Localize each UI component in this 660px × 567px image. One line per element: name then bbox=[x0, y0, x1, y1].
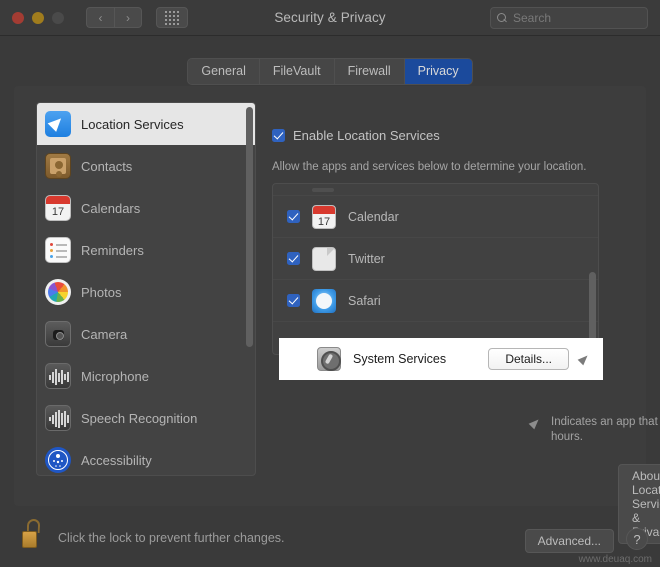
bottom-bar: Click the lock to prevent further change… bbox=[0, 505, 660, 567]
advanced-button[interactable]: Advanced... bbox=[524, 529, 614, 553]
tab-general[interactable]: General bbox=[188, 59, 260, 84]
sidebar-item-label: Microphone bbox=[81, 368, 149, 384]
list-item-partial[interactable] bbox=[273, 184, 598, 196]
lock-hint-text: Click the lock to prevent further change… bbox=[58, 531, 285, 545]
title-bar: ‹ › Security & Privacy Search bbox=[0, 0, 660, 36]
app-name: Twitter bbox=[348, 251, 385, 266]
privacy-pane: Location Services Contacts Calendars Rem… bbox=[14, 86, 660, 544]
list-item-twitter[interactable]: Twitter bbox=[273, 238, 598, 280]
sidebar-item-accessibility[interactable]: Accessibility bbox=[37, 439, 255, 475]
sidebar-item-label: Calendars bbox=[81, 200, 141, 216]
sidebar-item-label: Accessibility bbox=[81, 452, 152, 468]
location-arrow-icon bbox=[45, 111, 71, 137]
document-icon bbox=[312, 246, 336, 271]
reminders-list-icon bbox=[45, 237, 71, 263]
show-all-preferences-button[interactable] bbox=[156, 7, 188, 28]
tab-filevault[interactable]: FileVault bbox=[259, 59, 335, 84]
pane-hint-text: Allow the apps and services below to det… bbox=[272, 161, 587, 173]
safari-compass-icon bbox=[312, 288, 336, 313]
sidebar-item-microphone[interactable]: Microphone bbox=[37, 355, 255, 397]
photos-pinwheel-icon bbox=[45, 279, 71, 305]
sidebar-item-label: Contacts bbox=[81, 158, 133, 174]
camera-icon bbox=[45, 321, 71, 347]
back-button[interactable]: ‹ bbox=[86, 7, 114, 28]
list-item-safari[interactable]: Safari bbox=[273, 280, 598, 322]
system-preferences-window: ‹ › Security & Privacy Search General Fi… bbox=[0, 0, 660, 567]
forward-button[interactable]: › bbox=[114, 7, 142, 28]
app-permission-list[interactable]: Calendar Twitter Safari bbox=[272, 183, 599, 355]
location-arrow-indicator-icon bbox=[530, 417, 542, 429]
search-placeholder: Search bbox=[513, 11, 552, 25]
sidebar-scrollbar-thumb[interactable] bbox=[246, 107, 253, 347]
minimize-window-button[interactable] bbox=[32, 11, 44, 24]
app-name: Calendar bbox=[348, 209, 399, 224]
privacy-category-list[interactable]: Location Services Contacts Calendars Rem… bbox=[36, 102, 256, 476]
clipped-row-placeholder bbox=[312, 187, 334, 192]
list-item-calendar[interactable]: Calendar bbox=[273, 196, 598, 238]
sidebar-item-contacts[interactable]: Contacts bbox=[37, 145, 255, 187]
sidebar-item-label: Camera bbox=[81, 326, 128, 342]
calendar-icon bbox=[312, 204, 336, 229]
microphone-waveform-icon bbox=[45, 363, 71, 389]
sidebar-item-location-services[interactable]: Location Services bbox=[37, 103, 255, 145]
watermark: www.deuaq.com bbox=[578, 554, 652, 565]
system-services-details-button[interactable]: Details... bbox=[488, 348, 569, 370]
window-controls bbox=[12, 11, 64, 24]
app-name: Safari bbox=[348, 293, 381, 308]
system-services-label: System Services bbox=[353, 352, 447, 366]
tab-bar: General FileVault Firewall Privacy bbox=[0, 58, 660, 85]
contacts-book-icon bbox=[45, 153, 71, 179]
tab-privacy[interactable]: Privacy bbox=[404, 59, 472, 84]
speech-waveform-icon bbox=[45, 405, 71, 431]
system-services-gear-icon bbox=[317, 347, 341, 371]
system-services-row[interactable]: System Services Details... bbox=[279, 338, 603, 380]
enable-location-services-checkbox[interactable] bbox=[272, 129, 285, 142]
navigation-buttons: ‹ › bbox=[86, 7, 142, 28]
location-usage-footnote: Indicates an app that has used your loca… bbox=[530, 415, 660, 445]
safari-permission-checkbox[interactable] bbox=[287, 294, 300, 307]
sidebar-item-speech-recognition[interactable]: Speech Recognition bbox=[37, 397, 255, 439]
location-services-pane: Enable Location Services Allow the apps … bbox=[272, 102, 660, 544]
sidebar-item-photos[interactable]: Photos bbox=[37, 271, 255, 313]
sidebar-item-reminders[interactable]: Reminders bbox=[37, 229, 255, 271]
location-arrow-indicator-icon bbox=[579, 353, 591, 365]
accessibility-icon bbox=[45, 447, 71, 473]
sidebar-item-calendars[interactable]: Calendars bbox=[37, 187, 255, 229]
enable-location-services-label: Enable Location Services bbox=[293, 128, 440, 143]
close-window-button[interactable] bbox=[12, 11, 24, 24]
tab-firewall[interactable]: Firewall bbox=[334, 59, 405, 84]
calendar-permission-checkbox[interactable] bbox=[287, 210, 300, 223]
footnote-text: Indicates an app that has used your loca… bbox=[551, 416, 660, 443]
enable-location-services-row[interactable]: Enable Location Services bbox=[272, 128, 628, 143]
search-field[interactable]: Search bbox=[490, 7, 648, 29]
calendar-icon bbox=[45, 195, 71, 221]
sidebar-item-label: Reminders bbox=[81, 242, 144, 258]
sidebar-scrollbar[interactable] bbox=[246, 107, 253, 473]
sidebar-item-label: Photos bbox=[81, 284, 122, 300]
help-button[interactable]: ? bbox=[626, 528, 648, 550]
grid-icon bbox=[165, 10, 179, 25]
unlocked-padlock-icon[interactable] bbox=[22, 519, 44, 549]
search-icon bbox=[497, 12, 508, 24]
sidebar-item-label: Speech Recognition bbox=[81, 410, 198, 426]
sidebar-item-label: Location Services bbox=[81, 116, 184, 132]
sidebar-item-camera[interactable]: Camera bbox=[37, 313, 255, 355]
twitter-permission-checkbox[interactable] bbox=[287, 252, 300, 265]
zoom-window-button[interactable] bbox=[52, 11, 64, 24]
